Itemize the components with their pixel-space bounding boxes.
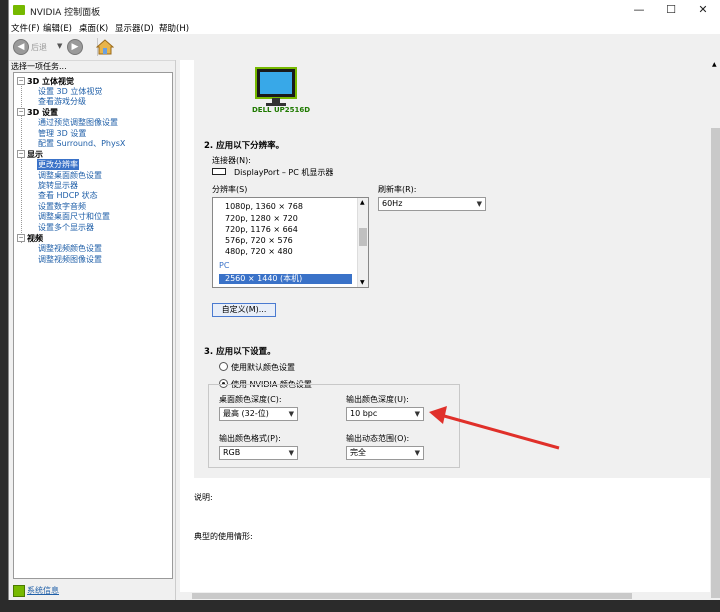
- monitor-name: DELL UP2516D: [252, 106, 311, 114]
- connector-label: 连接器(N):: [212, 156, 251, 165]
- toolbar: ◀ 后退 ▼ ▶: [9, 34, 720, 61]
- collapse-icon[interactable]: −: [17, 108, 25, 116]
- resolution-group-pc: PC: [219, 261, 230, 270]
- section-settings-title: 3. 应用以下设置。: [204, 347, 276, 357]
- chevron-down-icon: ▼: [476, 200, 482, 208]
- tree-connector: [21, 81, 22, 243]
- refresh-rate-select[interactable]: 60Hz ▼: [378, 197, 486, 211]
- app-window: NVIDIA 控制面板 — ☐ ✕ 文件(F) 编辑(E) 桌面(K) 显示器(…: [8, 0, 720, 600]
- output-depth-select[interactable]: 10 bpc ▼: [346, 407, 424, 421]
- connector-value: DisplayPort – PC 机显示器: [234, 168, 334, 177]
- title-bar: NVIDIA 控制面板 — ☐ ✕: [9, 0, 720, 20]
- home-icon[interactable]: [96, 38, 114, 56]
- section-resolution-title: 2. 应用以下分辨率。: [204, 141, 285, 151]
- resolution-list[interactable]: 1080p, 1360 × 768 720p, 1280 × 720 720p,…: [212, 197, 369, 288]
- chevron-down-icon: ▼: [288, 449, 294, 457]
- monitor-icon[interactable]: [254, 66, 298, 110]
- dynamic-range-value: 完全: [350, 448, 366, 457]
- content-horizontal-scrollbar[interactable]: [180, 592, 710, 600]
- collapse-icon[interactable]: −: [17, 150, 25, 158]
- nvidia-logo-icon: [13, 5, 25, 15]
- back-button[interactable]: ◀: [13, 39, 29, 55]
- dynamic-range-select[interactable]: 完全 ▼: [346, 446, 424, 460]
- menu-file[interactable]: 文件(F): [11, 22, 40, 34]
- desktop-depth-select[interactable]: 最高 (32-位) ▼: [219, 407, 298, 421]
- typical-usage-label: 典型的使用情形:: [194, 532, 253, 541]
- output-format-value: RGB: [223, 448, 241, 457]
- menu-edit[interactable]: 编辑(E): [43, 22, 72, 34]
- resolution-option[interactable]: 480p, 720 × 480: [225, 247, 293, 256]
- resolution-option[interactable]: 720p, 1176 × 664: [225, 225, 298, 234]
- annotation-arrow: [429, 406, 560, 450]
- customize-button[interactable]: 自定义(M)...: [212, 303, 276, 317]
- resolution-option[interactable]: 720p, 1280 × 720: [225, 214, 298, 223]
- window-title: NVIDIA 控制面板: [30, 8, 101, 18]
- content-scroll-thumb[interactable]: [711, 128, 720, 598]
- tree-item-game-ratings[interactable]: 查看游戏分级: [38, 96, 86, 107]
- menu-display[interactable]: 显示器(D): [115, 22, 154, 34]
- maximize-button[interactable]: ☐: [655, 0, 687, 20]
- resolution-scrollbar[interactable]: ▲ ▼: [357, 198, 368, 287]
- output-format-label: 输出颜色格式(P):: [219, 434, 281, 443]
- task-header: 选择一项任务...: [9, 60, 179, 72]
- collapse-icon[interactable]: −: [17, 234, 25, 242]
- radio-default-color[interactable]: [219, 362, 228, 371]
- displayport-icon: [212, 168, 226, 175]
- task-header-label: 选择一项任务...: [11, 62, 67, 71]
- task-tree: − − − − 3D 立体视觉 设置 3D 立体视觉 查看游戏分级 3D 设置 …: [13, 72, 173, 579]
- tree-item-multiple-displays[interactable]: 设置多个显示器: [38, 222, 94, 233]
- content-hscroll-thumb[interactable]: [192, 593, 632, 599]
- system-info-label[interactable]: 系统信息: [27, 585, 59, 596]
- dynamic-range-label: 输出动态范围(O):: [346, 434, 410, 443]
- arrow-left-icon: ◀: [17, 42, 25, 52]
- minimize-button[interactable]: —: [623, 0, 655, 20]
- resolution-option[interactable]: 576p, 720 × 576: [225, 236, 293, 245]
- menu-help[interactable]: 帮助(H): [159, 22, 189, 34]
- desktop-depth-label: 桌面颜色深度(C):: [219, 395, 282, 404]
- content-vertical-scrollbar[interactable]: ▲: [710, 60, 720, 598]
- menu-desktop[interactable]: 桌面(K): [79, 22, 108, 34]
- chevron-down-icon: ▼: [288, 410, 294, 418]
- back-label: 后退: [31, 43, 47, 52]
- refresh-rate-value: 60Hz: [382, 199, 403, 208]
- scroll-up-icon[interactable]: ▲: [712, 61, 717, 68]
- tree-item-video-color[interactable]: 调整视频颜色设置: [38, 243, 102, 254]
- tree-item-hdcp-status[interactable]: 查看 HDCP 状态: [38, 190, 98, 201]
- output-depth-label: 输出颜色深度(U):: [346, 395, 409, 404]
- scroll-up-icon[interactable]: ▲: [360, 199, 365, 206]
- tree-item-preview-image[interactable]: 通过预览调整图像设置: [38, 117, 118, 128]
- description-label: 说明:: [194, 493, 213, 502]
- output-depth-value: 10 bpc: [350, 409, 378, 418]
- desktop-depth-value: 最高 (32-位): [223, 409, 269, 418]
- radio-default-color-label[interactable]: 使用默认颜色设置: [231, 362, 295, 373]
- tree-item-surround-physx[interactable]: 配置 Surround、PhysX: [38, 138, 125, 149]
- collapse-icon[interactable]: −: [17, 77, 25, 85]
- back-history-dropdown[interactable]: ▼: [57, 42, 62, 50]
- output-format-select[interactable]: RGB ▼: [219, 446, 298, 460]
- arrow-right-icon: ▶: [71, 42, 79, 52]
- system-info-link[interactable]: 系统信息: [13, 584, 173, 598]
- menu-bar: 文件(F) 编辑(E) 桌面(K) 显示器(D) 帮助(H): [9, 20, 720, 34]
- forward-button[interactable]: ▶: [67, 39, 83, 55]
- tree-item-desktop-size[interactable]: 调整桌面尺寸和位置: [38, 211, 110, 222]
- resolution-scroll-thumb[interactable]: [359, 228, 367, 246]
- system-info-icon: [13, 585, 25, 597]
- selected-resolution-label: 2560 × 1440 (本机): [225, 274, 303, 283]
- close-button[interactable]: ✕: [687, 0, 719, 20]
- resolution-label: 分辨率(S): [212, 185, 248, 194]
- scroll-down-icon[interactable]: ▼: [360, 279, 365, 286]
- resolution-option-selected[interactable]: 2560 × 1440 (本机): [219, 274, 352, 284]
- refresh-rate-label: 刷新率(R):: [378, 185, 417, 194]
- content-pane: DELL UP2516D 2. 应用以下分辨率。 连接器(N): Display…: [180, 60, 710, 592]
- tree-item-change-resolution[interactable]: 更改分辨率: [37, 159, 79, 170]
- resolution-option[interactable]: 1080p, 1360 × 768: [225, 202, 303, 211]
- tree-item-video-image[interactable]: 调整视频图像设置: [38, 254, 102, 265]
